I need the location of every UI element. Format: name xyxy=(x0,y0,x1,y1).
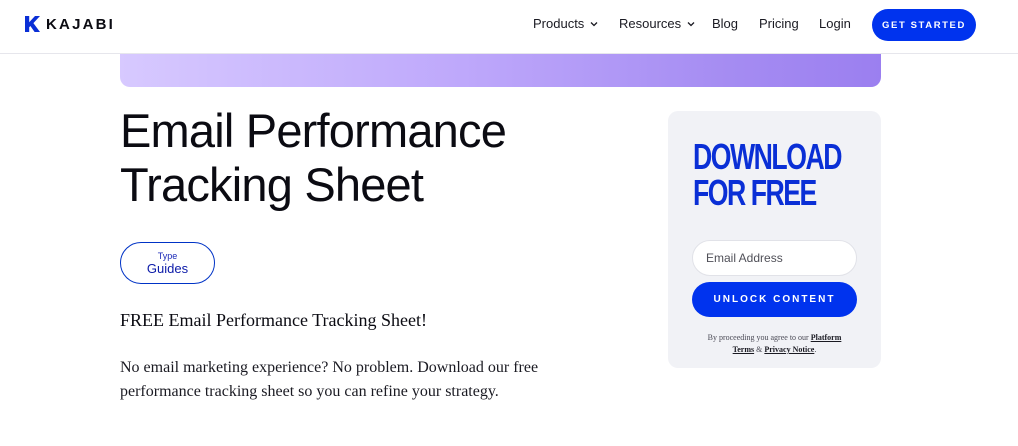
type-tag-value: Guides xyxy=(146,260,189,276)
chevron-down-icon xyxy=(590,21,598,26)
lead-text: FREE Email Performance Tracking Sheet! xyxy=(120,310,427,330)
nav-resources[interactable]: Resources xyxy=(619,16,695,31)
page-title-line2: Tracking Sheet xyxy=(120,158,424,211)
nav-products[interactable]: Products xyxy=(533,16,598,31)
legal-amp: & xyxy=(756,345,763,354)
kajabi-logo-icon xyxy=(25,16,40,32)
download-card-title-line1: DOWNLOAD xyxy=(693,136,842,177)
get-started-button[interactable]: GET STARTED xyxy=(872,9,976,41)
chevron-down-icon xyxy=(687,21,695,26)
platform-terms-link-part1[interactable]: Platform xyxy=(811,333,842,342)
hero-banner xyxy=(120,54,881,87)
legal-prefix: By proceeding you agree to our xyxy=(707,333,809,342)
download-card-title: DOWNLOAD FOR FREE xyxy=(693,136,842,213)
nav-products-label: Products xyxy=(533,16,585,31)
download-card-title-line2: FOR FREE xyxy=(693,172,817,213)
page-title-line1: Email Performance xyxy=(120,104,507,157)
legal-notice: By proceeding you agree to our Platform … xyxy=(682,332,867,356)
kajabi-logo[interactable]: KAJABI xyxy=(25,15,115,33)
unlock-content-button[interactable]: UNLOCK CONTENT xyxy=(692,282,857,317)
nav-resources-label: Resources xyxy=(619,16,682,31)
email-field[interactable] xyxy=(692,240,857,276)
nav-login[interactable]: Login xyxy=(819,16,851,31)
platform-terms-link-part2[interactable]: Terms xyxy=(733,345,754,354)
site-header: KAJABI Products Resources Blog Pricing L… xyxy=(0,0,1018,54)
description-text: No email marketing experience? No proble… xyxy=(120,359,539,400)
nav-blog[interactable]: Blog xyxy=(712,16,738,31)
logo-wordmark: KAJABI xyxy=(46,15,116,33)
nav-pricing[interactable]: Pricing xyxy=(759,16,799,31)
legal-suffix: . xyxy=(814,345,817,354)
type-tag[interactable]: Type Guides xyxy=(120,242,215,284)
privacy-notice-link[interactable]: Privacy Notice xyxy=(764,345,814,354)
page-title: Email Performance Tracking Sheet xyxy=(120,104,640,212)
download-card: DOWNLOAD FOR FREE UNLOCK CONTENT By proc… xyxy=(668,111,881,368)
type-tag-label: Type xyxy=(157,250,178,261)
